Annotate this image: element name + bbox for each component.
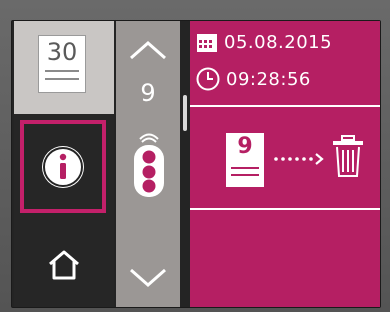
target-document-icon: 9 [226, 133, 264, 187]
time-value: 09:28:56 [226, 68, 311, 90]
delete-button[interactable] [332, 135, 364, 183]
dotted-arrow-icon [272, 151, 326, 171]
calendar-icon [197, 34, 217, 52]
device-bezel: 30 9 05.08.2015 09:28:56 9 [0, 0, 390, 312]
date-row: 05.08.2015 [196, 31, 332, 53]
chevron-up-icon [130, 40, 166, 60]
scroll-up-button[interactable] [128, 39, 168, 65]
scroll-value: 9 [140, 79, 156, 107]
left-navigation: 30 [14, 21, 114, 307]
details-panel: 05.08.2015 09:28:56 9 [190, 21, 380, 307]
clock-icon [196, 67, 220, 91]
home-button[interactable] [47, 249, 81, 285]
divider [190, 208, 380, 210]
status-light [132, 129, 166, 203]
trash-icon [333, 135, 363, 177]
traffic-light-icon [134, 133, 164, 197]
document-icon: 30 [38, 35, 86, 93]
scrollbar-thumb[interactable] [183, 95, 187, 131]
date-value: 05.08.2015 [224, 31, 333, 53]
document-line [231, 167, 259, 169]
time-row: 09:28:56 [196, 67, 311, 91]
document-line [45, 78, 79, 80]
target-document-number: 9 [237, 134, 253, 159]
document-number: 30 [46, 38, 78, 66]
chevron-down-icon [130, 268, 166, 288]
info-icon [42, 145, 84, 188]
home-icon [49, 250, 79, 280]
arrow-glyph [274, 153, 324, 165]
scroll-column: 9 [116, 21, 180, 307]
info-glyph [43, 146, 83, 187]
display-screen: 30 9 05.08.2015 09:28:56 9 [11, 20, 381, 308]
document-menu-item[interactable]: 30 [14, 21, 114, 114]
document-line [45, 70, 79, 72]
document-line [231, 174, 259, 176]
divider [190, 105, 380, 107]
scroll-down-button[interactable] [128, 267, 168, 293]
info-button[interactable] [20, 120, 106, 213]
